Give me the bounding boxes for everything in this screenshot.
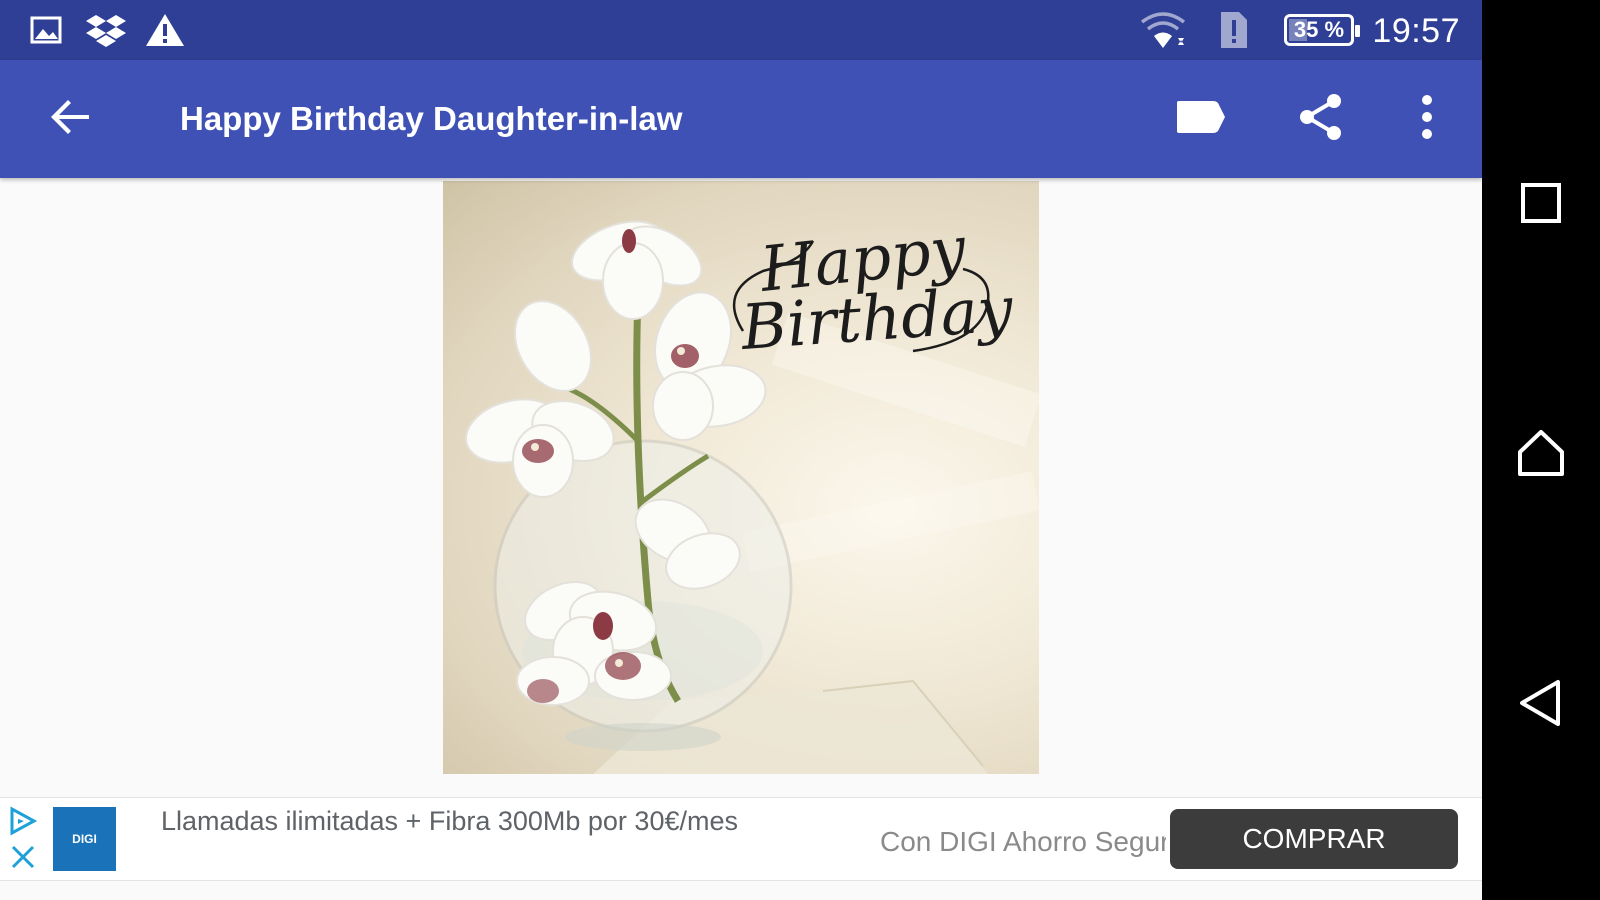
label-button[interactable] bbox=[1166, 84, 1236, 154]
label-icon bbox=[1175, 99, 1227, 140]
sim-alert-icon bbox=[1217, 12, 1251, 48]
battery-percent: 35 % bbox=[1293, 17, 1345, 42]
home-button[interactable] bbox=[1506, 420, 1576, 490]
share-icon bbox=[1296, 92, 1346, 147]
ad-logo: DIGI bbox=[53, 807, 116, 871]
ad-headline: Llamadas ilimitadas + Fibra 300Mb por 30… bbox=[160, 806, 738, 836]
back-triangle-icon bbox=[1518, 678, 1564, 733]
overflow-menu-button[interactable] bbox=[1392, 84, 1462, 154]
wifi-icon bbox=[1138, 12, 1188, 48]
navigation-bar bbox=[1482, 0, 1600, 900]
recents-square-icon bbox=[1519, 181, 1563, 230]
ad-headline-container: Llamadas ilimitadas + Fibra 300Mb por 30… bbox=[118, 802, 738, 842]
ad-choices-icon[interactable] bbox=[6, 806, 40, 841]
ad-banner[interactable]: DIGI Llamadas ilimitadas + Fibra 300Mb p… bbox=[0, 797, 1482, 881]
share-button[interactable] bbox=[1286, 84, 1356, 154]
back-nav-button[interactable] bbox=[1506, 670, 1576, 740]
ad-subtext: Con DIGI Ahorro Seguro bbox=[880, 826, 1166, 857]
ad-subtext-container: Con DIGI Ahorro Seguro bbox=[880, 820, 1166, 864]
comprar-button[interactable]: COMPRAR bbox=[1170, 809, 1458, 869]
birthday-card-image: Happy Birthday bbox=[443, 181, 1039, 774]
back-button[interactable] bbox=[36, 84, 106, 154]
arrow-back-icon bbox=[49, 95, 93, 144]
screen: 35 % 19:57 Happy Birthday Daughter-in-la… bbox=[0, 0, 1482, 900]
more-vert-icon bbox=[1420, 94, 1434, 145]
page-title: Happy Birthday Daughter-in-law bbox=[180, 100, 683, 137]
ad-close-icon[interactable] bbox=[10, 844, 36, 875]
home-icon bbox=[1516, 428, 1566, 483]
status-bar: 35 % 19:57 bbox=[0, 0, 1482, 60]
clock: 19:57 bbox=[1372, 12, 1460, 50]
app-bar: Happy Birthday Daughter-in-law bbox=[0, 60, 1482, 178]
recents-button[interactable] bbox=[1506, 170, 1576, 240]
battery-icon: 35 % bbox=[1284, 14, 1360, 46]
image-icon bbox=[28, 12, 64, 48]
dropbox-icon bbox=[85, 12, 127, 48]
warning-icon bbox=[145, 12, 185, 48]
